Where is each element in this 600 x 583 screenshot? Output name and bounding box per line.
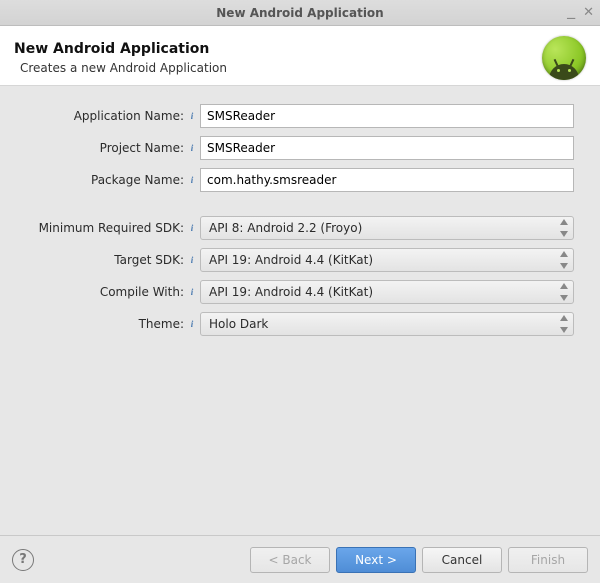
target-sdk-value: API 19: Android 4.4 (KitKat) bbox=[209, 253, 373, 267]
compile-with-value: API 19: Android 4.4 (KitKat) bbox=[209, 285, 373, 299]
spinner-icon bbox=[558, 219, 570, 237]
titlebar: New Android Application _ ✕ bbox=[0, 0, 600, 26]
row-min-sdk: Minimum Required SDK: i API 8: Android 2… bbox=[10, 216, 574, 240]
page-subtitle: Creates a new Android Application bbox=[20, 61, 227, 75]
window-close-icon[interactable]: ✕ bbox=[583, 5, 594, 20]
target-sdk-select[interactable]: API 19: Android 4.4 (KitKat) bbox=[200, 248, 574, 272]
info-icon[interactable]: i bbox=[186, 110, 198, 122]
package-name-label: Package Name: bbox=[91, 173, 184, 187]
row-application-name: Application Name: i bbox=[10, 104, 574, 128]
info-icon[interactable]: i bbox=[186, 318, 198, 330]
back-button: < Back bbox=[250, 547, 330, 573]
info-icon[interactable]: i bbox=[186, 174, 198, 186]
theme-select[interactable]: Holo Dark bbox=[200, 312, 574, 336]
help-icon: ? bbox=[19, 552, 27, 567]
row-compile-with: Compile With: i API 19: Android 4.4 (Kit… bbox=[10, 280, 574, 304]
android-icon bbox=[542, 36, 586, 80]
window-title: New Android Application bbox=[216, 6, 383, 20]
application-name-input[interactable] bbox=[200, 104, 574, 128]
wizard-header: New Android Application Creates a new An… bbox=[0, 26, 600, 86]
application-name-label: Application Name: bbox=[74, 109, 184, 123]
spinner-icon bbox=[558, 251, 570, 269]
theme-value: Holo Dark bbox=[209, 317, 268, 331]
next-button[interactable]: Next > bbox=[336, 547, 416, 573]
window-controls: _ ✕ bbox=[567, 0, 594, 25]
finish-button: Finish bbox=[508, 547, 588, 573]
wizard-footer: ? < Back Next > Cancel Finish bbox=[0, 535, 600, 583]
project-name-input[interactable] bbox=[200, 136, 574, 160]
compile-with-label: Compile With: bbox=[100, 285, 184, 299]
help-button[interactable]: ? bbox=[12, 549, 34, 571]
row-package-name: Package Name: i bbox=[10, 168, 574, 192]
cancel-button[interactable]: Cancel bbox=[422, 547, 502, 573]
min-sdk-select[interactable]: API 8: Android 2.2 (Froyo) bbox=[200, 216, 574, 240]
theme-label: Theme: bbox=[139, 317, 184, 331]
info-icon[interactable]: i bbox=[186, 254, 198, 266]
info-icon[interactable]: i bbox=[186, 222, 198, 234]
spinner-icon bbox=[558, 283, 570, 301]
row-project-name: Project Name: i bbox=[10, 136, 574, 160]
window-minimize-icon[interactable]: _ bbox=[567, 5, 575, 15]
row-target-sdk: Target SDK: i API 19: Android 4.4 (KitKa… bbox=[10, 248, 574, 272]
project-name-label: Project Name: bbox=[100, 141, 184, 155]
info-icon[interactable]: i bbox=[186, 142, 198, 154]
page-title: New Android Application bbox=[14, 41, 227, 57]
info-icon[interactable]: i bbox=[186, 286, 198, 298]
package-name-input[interactable] bbox=[200, 168, 574, 192]
spinner-icon bbox=[558, 315, 570, 333]
min-sdk-value: API 8: Android 2.2 (Froyo) bbox=[209, 221, 362, 235]
min-sdk-label: Minimum Required SDK: bbox=[39, 221, 184, 235]
compile-with-select[interactable]: API 19: Android 4.4 (KitKat) bbox=[200, 280, 574, 304]
form-area: Application Name: i Project Name: i Pack… bbox=[0, 86, 600, 354]
row-theme: Theme: i Holo Dark bbox=[10, 312, 574, 336]
target-sdk-label: Target SDK: bbox=[114, 253, 184, 267]
